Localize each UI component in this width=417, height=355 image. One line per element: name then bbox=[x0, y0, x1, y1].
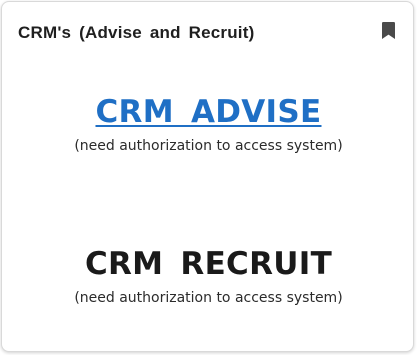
crm-advise-link[interactable]: CRM ADVISE bbox=[95, 93, 321, 131]
crm-card: CRM's (Advise and Recruit) CRM ADVISE (n… bbox=[1, 1, 414, 352]
crm-recruit-label: CRM RECRUIT bbox=[84, 246, 333, 282]
bookmark-button[interactable] bbox=[382, 22, 398, 42]
crm-advise-note: (need authorization to access system) bbox=[74, 138, 343, 154]
crm-recruit-section: CRM RECRUIT (need authorization to acces… bbox=[2, 245, 415, 307]
card-title: CRM's (Advise and Recruit) bbox=[18, 23, 255, 42]
crm-recruit-note: (need authorization to access system) bbox=[74, 290, 343, 306]
bookmark-icon bbox=[382, 22, 398, 39]
crm-advise-section: CRM ADVISE (need authorization to access… bbox=[2, 93, 415, 155]
